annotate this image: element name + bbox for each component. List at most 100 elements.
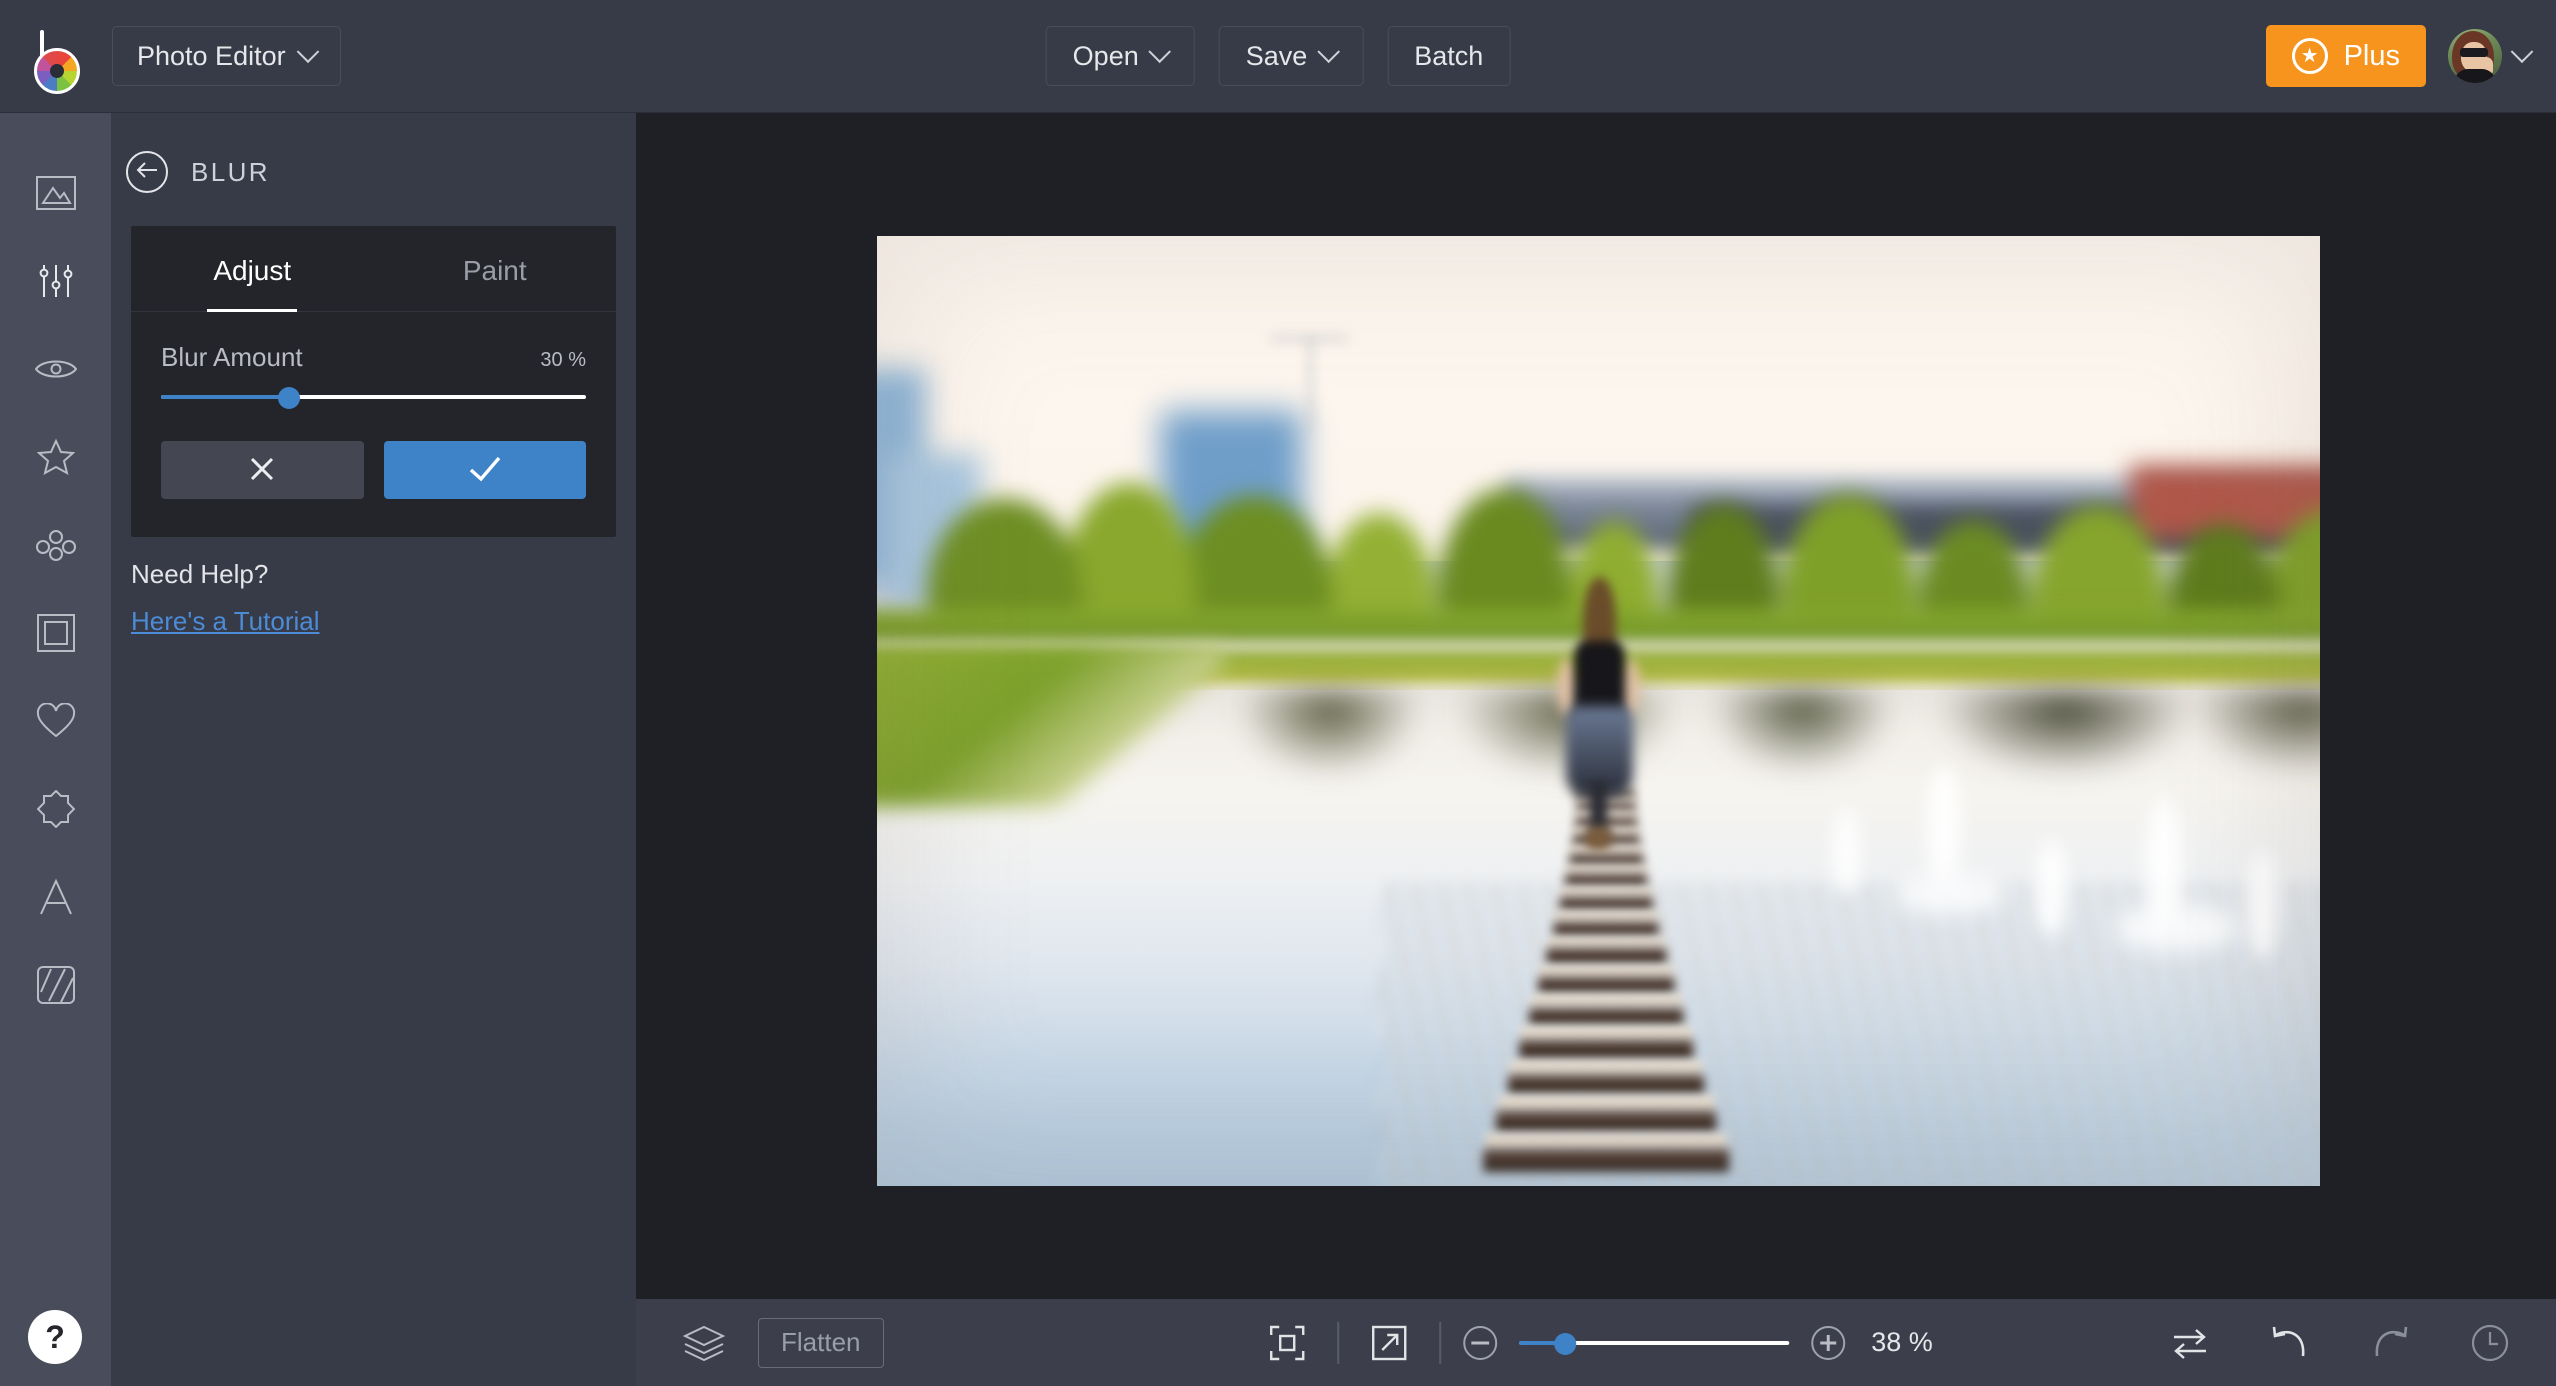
- photo-dock-plank-gap: [1547, 936, 1665, 949]
- sidebar-item-frames[interactable]: [0, 589, 111, 677]
- photo-fountain: [1926, 764, 1962, 883]
- layers-icon[interactable]: [676, 1315, 732, 1371]
- photo-dock-plank: [1569, 853, 1643, 866]
- sidebar-item-text[interactable]: [0, 853, 111, 941]
- photo-dock-plank: [1496, 1110, 1717, 1133]
- chevron-down-icon: [296, 40, 319, 64]
- befunky-logo-icon[interactable]: [28, 30, 80, 94]
- slider-handle[interactable]: [1554, 1332, 1577, 1355]
- plus-upgrade-button[interactable]: ★ Plus: [2265, 25, 2426, 87]
- divider: [1337, 1321, 1340, 1364]
- zoom-in-button[interactable]: [1811, 1325, 1846, 1360]
- close-x-icon: [247, 454, 277, 487]
- chevron-down-icon: [1316, 40, 1340, 64]
- blur-amount-slider[interactable]: [161, 387, 586, 409]
- chevron-down-icon: [1148, 40, 1172, 64]
- edited-photo[interactable]: [877, 236, 2320, 1186]
- back-button[interactable]: [126, 151, 168, 193]
- check-icon: [468, 455, 502, 486]
- photo-dock-plank-gap: [1530, 994, 1682, 1008]
- save-button[interactable]: Save: [1218, 26, 1364, 86]
- photo-person: [1544, 577, 1653, 851]
- photo-dock-plank: [1529, 1007, 1684, 1026]
- expand-arrow-icon[interactable]: [1361, 1315, 1417, 1371]
- undo-arrow-icon[interactable]: [2262, 1315, 2318, 1371]
- chevron-down-icon: [2510, 40, 2534, 64]
- bottom-bar: Flatten 38 %: [636, 1299, 2556, 1386]
- photo-dock-plank-gap: [1521, 1025, 1692, 1040]
- flatten-button[interactable]: Flatten: [758, 1317, 884, 1368]
- page-title: BLUR: [191, 156, 270, 187]
- photo-dock-plank: [1538, 976, 1675, 995]
- history-controls: [2162, 1315, 2518, 1371]
- photo-dock-plank-gap: [1554, 911, 1658, 922]
- zoom-slider[interactable]: [1519, 1332, 1790, 1355]
- sidebar-item-effects[interactable]: [0, 413, 111, 501]
- tab-bar: Adjust Paint: [131, 226, 616, 312]
- blur-tool-card: Adjust Paint Blur Amount 30 %: [131, 226, 616, 537]
- save-label: Save: [1245, 40, 1308, 71]
- photo-dock-plank-gap: [1566, 865, 1647, 875]
- slider-handle[interactable]: [277, 387, 300, 409]
- photo-fountain: [2247, 850, 2279, 958]
- account-menu[interactable]: [2448, 29, 2534, 83]
- photo-grass: [877, 646, 1224, 808]
- sidebar-item-textures[interactable]: [0, 941, 111, 1029]
- tab-adjust[interactable]: Adjust: [131, 226, 374, 311]
- slider-fill: [161, 395, 289, 399]
- open-button[interactable]: Open: [1045, 26, 1195, 86]
- star-icon: [36, 439, 75, 475]
- layers-controls: Flatten: [636, 1315, 884, 1371]
- photo-reflection: [1067, 689, 2320, 786]
- clock-history-icon[interactable]: [2462, 1315, 2518, 1371]
- photo-fountain-splash: [1895, 871, 2005, 915]
- plus-label: Plus: [2343, 39, 2400, 72]
- apply-button[interactable]: [383, 441, 586, 499]
- action-buttons: [131, 407, 616, 537]
- top-bar: Photo Editor Open Save Batch ★ Plus: [0, 0, 2556, 113]
- square-frame-icon: [36, 614, 75, 652]
- photo-dock-plank-gap: [1539, 964, 1673, 977]
- top-center-actions: Open Save Batch: [1045, 26, 1511, 86]
- tab-paint[interactable]: Paint: [374, 226, 617, 311]
- batch-label: Batch: [1414, 40, 1484, 71]
- help-button[interactable]: ?: [28, 1310, 82, 1364]
- star-icon: ★: [2291, 38, 2328, 74]
- photo-fountain-splash: [2114, 903, 2240, 952]
- cancel-button[interactable]: [161, 441, 364, 499]
- tool-panel: BLUR Adjust Paint Blur Amount 30 % Need …: [111, 113, 636, 1386]
- canvas-area[interactable]: [636, 113, 2556, 1299]
- divider: [1439, 1321, 1442, 1364]
- sidebar-item-graphics[interactable]: [0, 765, 111, 853]
- mode-selector-label: Photo Editor: [137, 40, 286, 71]
- sidebar-item-touch-up[interactable]: [0, 325, 111, 413]
- sidebar-item-overlays[interactable]: [0, 677, 111, 765]
- photo-crane: [1309, 336, 1313, 433]
- photo-dock-plank-gap: [1498, 1095, 1714, 1111]
- photo-fountain: [1832, 807, 1860, 893]
- zoom-out-button[interactable]: [1463, 1325, 1498, 1360]
- photo-dock-plank: [1565, 874, 1648, 888]
- fit-to-screen-icon[interactable]: [1259, 1315, 1315, 1371]
- compare-arrows-icon[interactable]: [2162, 1315, 2218, 1371]
- tutorial-link[interactable]: Here's a Tutorial: [131, 606, 320, 637]
- blur-amount-row: Blur Amount 30 %: [131, 312, 616, 373]
- mountain-photo-icon: [35, 176, 76, 210]
- photo-dock-plank: [1519, 1039, 1694, 1060]
- photo-dock-plank: [1560, 896, 1653, 912]
- photo-dock-plank: [1508, 1074, 1705, 1096]
- starburst-icon: [36, 790, 75, 828]
- top-right-actions: ★ Plus: [2265, 25, 2534, 87]
- redo-arrow-icon[interactable]: [2362, 1315, 2418, 1371]
- sidebar-item-artsy[interactable]: [0, 501, 111, 589]
- panel-header: BLUR: [111, 113, 636, 193]
- blur-amount-slider-wrap: [131, 373, 616, 409]
- sidebar-item-edit-tools[interactable]: [0, 237, 111, 325]
- letter-a-icon: [39, 879, 73, 915]
- batch-button[interactable]: Batch: [1387, 26, 1511, 86]
- diagonal-lines-icon: [36, 966, 75, 1004]
- photo-dock-plank: [1546, 948, 1666, 965]
- mode-selector-button[interactable]: Photo Editor: [112, 26, 341, 86]
- photo-dock-plank: [1483, 1149, 1730, 1173]
- sidebar-item-image-tools[interactable]: [0, 149, 111, 237]
